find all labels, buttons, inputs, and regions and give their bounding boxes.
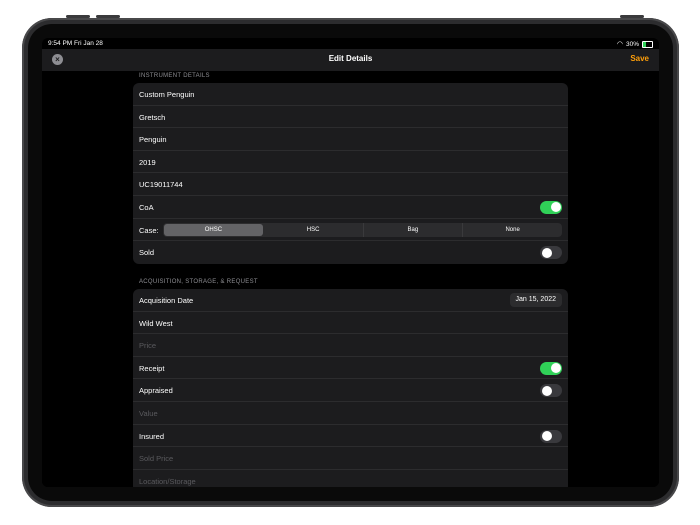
source-value: Wild West	[139, 318, 173, 328]
sold-toggle[interactable]	[540, 246, 562, 260]
name-value: Penguin	[139, 135, 167, 145]
model-field[interactable]: Custom Penguin	[133, 83, 568, 106]
receipt-toggle-knob	[550, 363, 561, 374]
model-value: Custom Penguin	[139, 90, 195, 99]
status-bar: 9:54 PM Fri Jan 28 ◠ 30%	[42, 38, 659, 49]
serial-value: UC19011744	[139, 180, 183, 190]
insured-row: Insured	[133, 425, 568, 448]
battery-icon	[642, 40, 653, 48]
insured-toggle-knob	[541, 431, 552, 442]
sold-toggle-knob	[541, 247, 552, 258]
battery-percent: 30%	[625, 40, 639, 48]
volume-button-bottom	[96, 15, 120, 18]
insured-label: Insured	[139, 431, 165, 441]
section-header-instrument: INSTRUMENT DETAILS	[139, 73, 210, 79]
name-field[interactable]: Penguin	[133, 128, 568, 151]
year-value: 2019	[139, 157, 156, 167]
acquisition-group: Acquisition Date Jan 15, 2022 Wild West …	[133, 289, 568, 487]
case-option-bag[interactable]: Bag	[364, 222, 464, 237]
sold-price-field[interactable]: Sold Price	[133, 447, 568, 470]
location-placeholder: Location/Storage	[139, 476, 196, 486]
case-option-none[interactable]: None	[463, 223, 562, 237]
status-time: 9:54 PM Fri Jan 28	[48, 40, 103, 47]
appraised-toggle[interactable]	[540, 384, 562, 398]
coa-label: CoA	[139, 202, 154, 212]
year-field[interactable]: 2019	[133, 151, 568, 174]
brand-value: Gretsch	[139, 112, 166, 122]
value-field[interactable]: Value	[133, 402, 568, 425]
value-placeholder: Value	[139, 408, 158, 418]
instrument-group: Custom Penguin Gretsch Penguin 2019 UC19…	[133, 83, 568, 264]
save-button[interactable]: Save	[630, 54, 649, 63]
acquisition-date-row: Acquisition Date Jan 15, 2022	[133, 289, 568, 312]
sold-price-placeholder: Sold Price	[139, 454, 174, 464]
sold-label: Sold	[139, 248, 155, 258]
price-field[interactable]: Price	[133, 334, 568, 357]
sold-row: Sold	[133, 241, 568, 264]
acquisition-date-label: Acquisition Date	[139, 296, 194, 305]
location-field[interactable]: Location/Storage	[133, 470, 568, 487]
status-indicators: ◠ 30%	[617, 40, 653, 48]
serial-field[interactable]: UC19011744	[133, 173, 568, 196]
coa-toggle[interactable]	[540, 200, 562, 214]
power-button	[620, 15, 644, 18]
volume-button-top	[66, 15, 90, 18]
appraised-toggle-knob	[541, 385, 552, 396]
receipt-row: Receipt	[133, 357, 568, 380]
nav-bar: × Edit Details Save	[42, 49, 659, 71]
acquisition-date-picker[interactable]: Jan 15, 2022	[509, 293, 562, 307]
insured-toggle[interactable]	[540, 429, 562, 443]
appraised-label: Appraised	[139, 386, 173, 396]
form-content[interactable]: INSTRUMENT DETAILS Custom Penguin Gretsc…	[42, 71, 659, 487]
case-segmented-control: OHSC HSC Bag None	[163, 222, 562, 237]
case-label: Case:	[139, 225, 159, 235]
source-field[interactable]: Wild West	[133, 312, 568, 335]
price-placeholder: Price	[139, 341, 157, 351]
page-title: Edit Details	[328, 54, 373, 63]
case-option-hsc[interactable]: HSC	[264, 222, 364, 237]
receipt-label: Receipt	[139, 363, 165, 373]
appraised-row: Appraised	[133, 379, 568, 402]
case-row: Case: OHSC HSC Bag None	[133, 219, 568, 242]
case-option-ohsc[interactable]: OHSC	[164, 223, 263, 236]
coa-toggle-knob	[550, 202, 561, 213]
brand-field[interactable]: Gretsch	[133, 106, 568, 129]
wifi-icon: ◠	[616, 41, 623, 48]
screen: 9:54 PM Fri Jan 28 ◠ 30% × Edit Details …	[42, 38, 659, 487]
section-header-acquisition: ACQUISITION, STORAGE, & REQUEST	[139, 279, 258, 285]
coa-row: CoA	[133, 196, 568, 219]
receipt-toggle[interactable]	[540, 361, 562, 375]
